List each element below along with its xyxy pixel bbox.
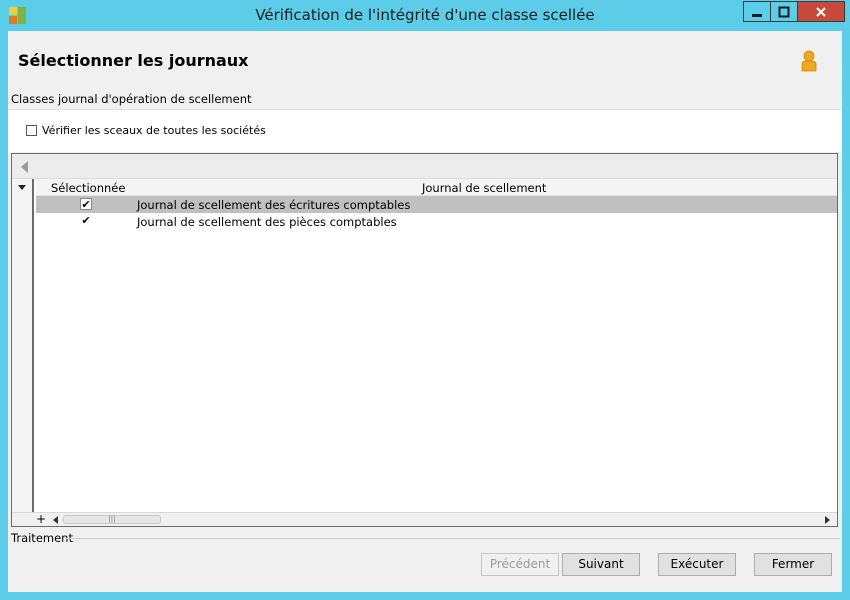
next-button[interactable]: Suivant [562,553,640,576]
title-bar: Vérification de l'intégrité d'une classe… [0,0,850,31]
verify-all-companies-checkbox[interactable] [26,125,37,136]
minimize-icon [752,13,762,17]
minimize-button[interactable] [743,1,771,22]
close-icon [816,6,826,17]
verify-all-companies-label[interactable]: Vérifier les sceaux de toutes les sociét… [42,124,266,137]
grid-row-header [12,179,34,516]
maximize-icon [778,6,790,17]
scroll-left-arrow-icon[interactable] [21,161,28,173]
column-header-selected[interactable]: Sélectionnée [51,181,125,195]
hscroll-thumb[interactable]: ||| [63,515,161,524]
options-panel: Vérifier les sceaux de toutes les sociét… [8,109,842,152]
close-window-button[interactable] [797,1,845,22]
section-journal-classes: Classes journal d'opération de scellemen… [11,92,252,106]
maximize-button[interactable] [770,1,798,22]
grid-toolbar [12,154,837,179]
user-icon [801,50,817,72]
add-row-button[interactable]: + [36,512,46,526]
divider [66,538,840,539]
page-title: Sélectionner les journaux [18,51,249,70]
execute-button[interactable]: Exécuter [658,553,736,576]
dropdown-arrow-icon[interactable] [18,185,26,190]
table-row[interactable]: ✔ Journal de scellement des écritures co… [36,196,837,213]
section-treatment: Traitement [11,531,73,545]
row-journal-name: Journal de scellement des pièces comptab… [137,215,397,229]
table-row[interactable]: ✔ Journal de scellement des pièces compt… [36,213,837,230]
window-title: Vérification de l'intégrité d'une classe… [255,6,595,24]
grid-column-header: Sélectionnée Journal de scellement [36,179,837,196]
page-header: Sélectionner les journaux [8,31,842,91]
grid-bottom-bar: + ||| [12,512,837,526]
row-selected-checkbox[interactable]: ✔ [80,215,92,227]
dialog-client: Sélectionner les journaux Classes journa… [8,31,842,592]
window: Vérification de l'intégrité d'une classe… [0,0,850,600]
column-header-journal[interactable]: Journal de scellement [422,181,546,195]
close-button[interactable]: Fermer [754,553,832,576]
journals-grid: Sélectionnée Journal de scellement ✔ Jou… [11,153,838,527]
row-journal-name: Journal de scellement des écritures comp… [137,198,411,212]
row-selected-checkbox[interactable]: ✔ [80,198,92,210]
hscroll-left-arrow-icon[interactable] [53,516,58,524]
hscroll-right-arrow-icon[interactable] [825,516,830,524]
previous-button[interactable]: Précédent [481,553,559,576]
